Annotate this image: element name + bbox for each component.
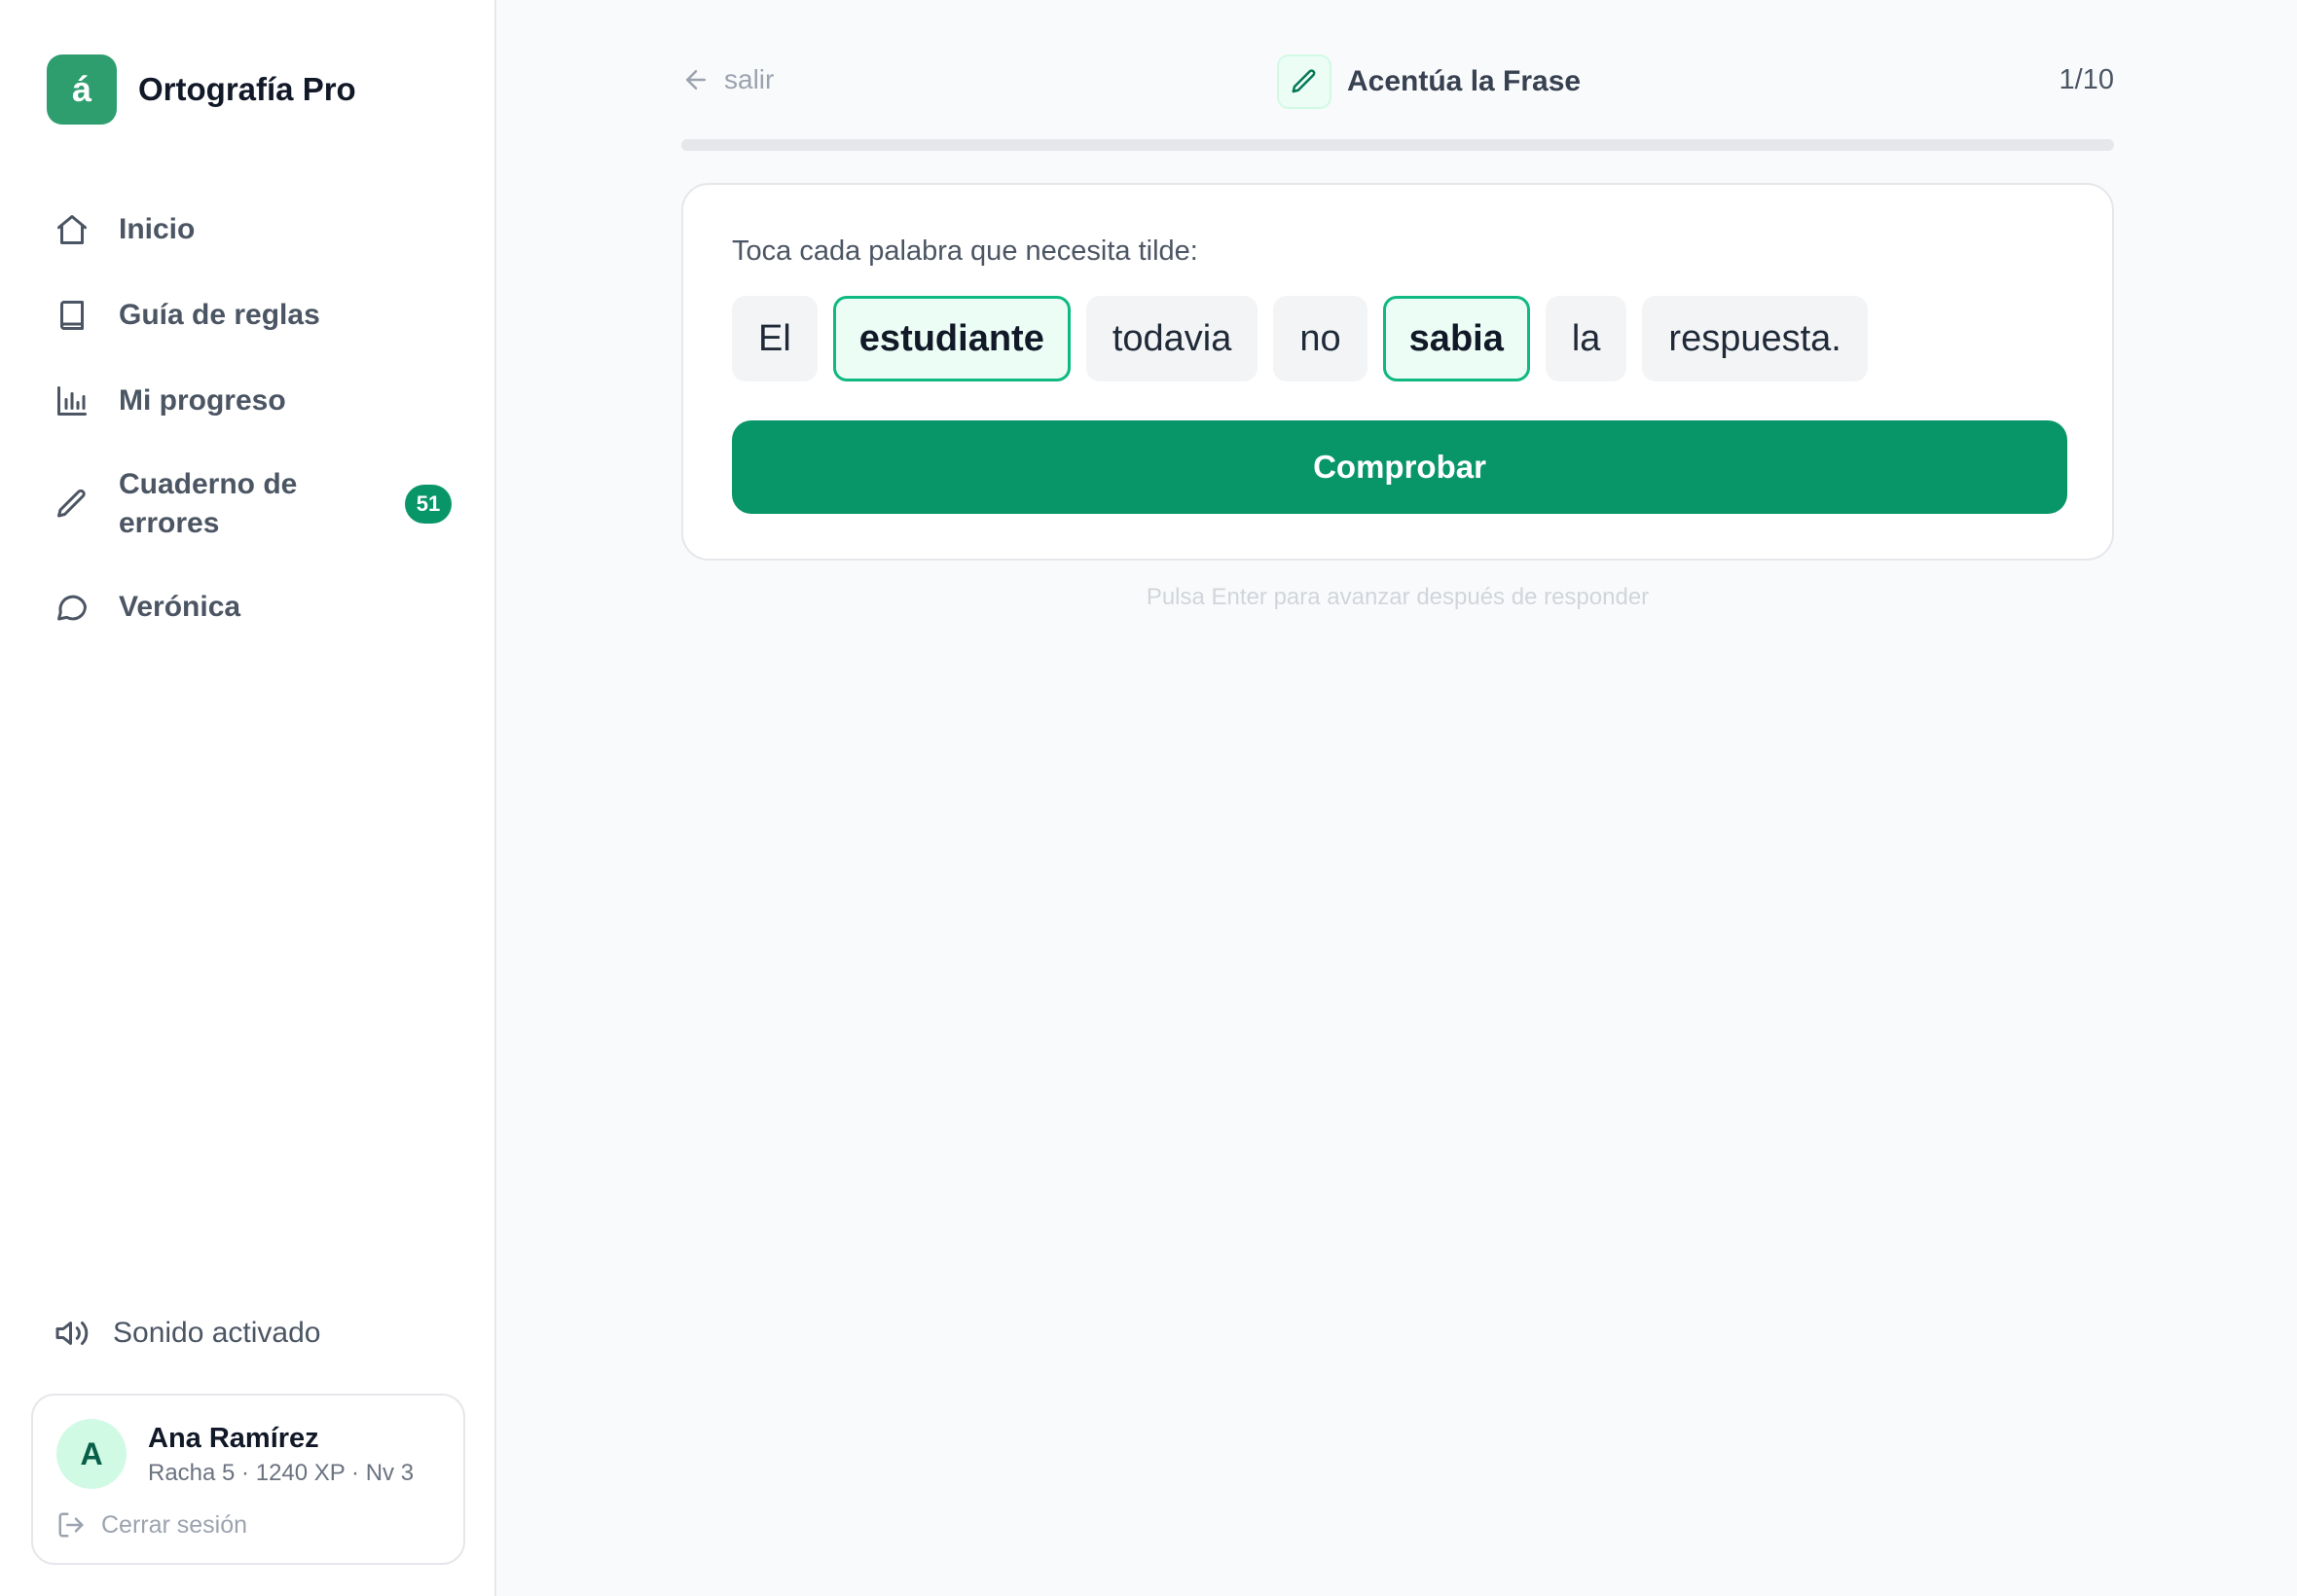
title-icon-box — [1277, 54, 1331, 109]
brand-name: Ortografía Pro — [138, 71, 356, 107]
sidebar-item-veronica[interactable]: Verónica — [47, 564, 452, 650]
chat-bubble-icon — [57, 595, 87, 621]
avatar: A — [56, 1419, 127, 1489]
home-icon — [57, 215, 87, 244]
pencil-icon — [1292, 69, 1316, 93]
word-chip[interactable]: respuesta. — [1642, 296, 1868, 381]
keyboard-hint: Pulsa Enter para avanzar después de resp… — [1146, 584, 1650, 610]
user-stats: Racha 5 · 1240 XP · Nv 3 — [148, 1460, 415, 1486]
sidebar-item-mi-progreso[interactable]: Mi progreso — [47, 358, 452, 444]
user-card: A Ana Ramírez Racha 5 · 1240 XP · Nv 3 C… — [31, 1394, 465, 1565]
sidebar-item-label: Guía de reglas — [119, 299, 320, 331]
exercise-card: Toca cada palabra que necesita tilde: El… — [681, 183, 2114, 561]
exercise-instruction: Toca cada palabra que necesita tilde: — [732, 236, 1198, 267]
brand-logo: á — [47, 54, 117, 125]
word-chip[interactable]: estudiante — [832, 296, 1071, 381]
question-counter: 1/10 — [2059, 64, 2114, 95]
sidebar-item-label: Cuaderno de errores — [119, 468, 298, 539]
errors-count-badge: 51 — [405, 485, 452, 524]
logout-button[interactable]: Cerrar sesión — [56, 1510, 247, 1540]
logout-label: Cerrar sesión — [101, 1510, 248, 1539]
sidebar-item-label: Verónica — [119, 591, 241, 623]
exercise-header: salir Acentúa la Frase 1/10 — [681, 54, 2114, 109]
progress-bar — [681, 139, 2114, 151]
word-chip[interactable]: todavia — [1085, 296, 1258, 381]
book-icon — [60, 301, 84, 330]
logout-icon — [58, 1512, 84, 1538]
speaker-icon — [55, 1322, 89, 1345]
user-name: Ana Ramírez — [148, 1423, 319, 1454]
sidebar-nav: Inicio Guía de reglas Mi progreso Cuader… — [47, 187, 452, 650]
sound-label: Sonido activado — [113, 1317, 321, 1349]
word-chip[interactable]: no — [1273, 296, 1367, 381]
exit-label: salir — [724, 64, 775, 94]
exercise-title-text: Acentúa la Frase — [1347, 65, 1582, 97]
word-chip[interactable]: sabia — [1382, 296, 1530, 381]
word-chip[interactable]: El — [732, 296, 818, 381]
sidebar-item-label: Inicio — [119, 213, 196, 245]
exit-button[interactable]: salir — [681, 64, 774, 95]
arrow-left-icon — [686, 70, 706, 90]
sound-toggle[interactable]: Sonido activado — [55, 1316, 321, 1351]
sidebar-item-label: Mi progreso — [119, 384, 286, 417]
bar-chart-icon — [57, 386, 87, 416]
brand[interactable]: á Ortografía Pro — [47, 54, 356, 125]
pencil-icon — [57, 489, 86, 518]
exercise-title: Acentúa la Frase — [1277, 54, 1581, 109]
word-list: El estudiante todavia no sabia la respue… — [732, 296, 1883, 381]
sidebar-item-guia-de-reglas[interactable]: Guía de reglas — [47, 272, 452, 358]
sidebar-item-inicio[interactable]: Inicio — [47, 187, 452, 272]
sidebar: á Ortografía Pro Inicio Guía de reglas M… — [0, 0, 496, 1596]
word-chip[interactable]: la — [1545, 296, 1627, 381]
sidebar-item-cuaderno-de-errores[interactable]: Cuaderno de errores 51 — [47, 444, 452, 564]
check-button[interactable]: Comprobar — [732, 420, 2067, 514]
